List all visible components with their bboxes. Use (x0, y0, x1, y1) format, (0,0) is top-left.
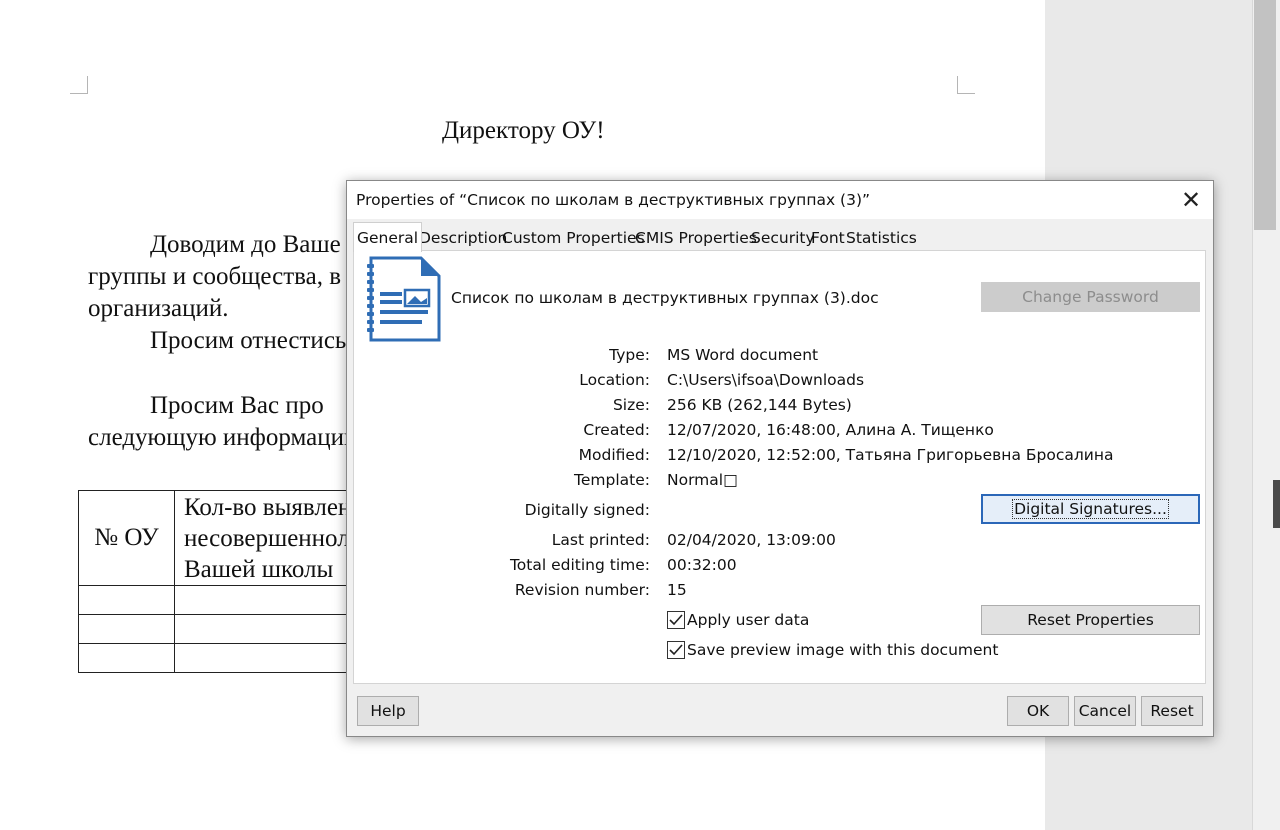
dialog-title-bar[interactable]: Properties of “Список по школам в дестру… (347, 181, 1213, 219)
revision-number-label: Revision number: (514, 581, 650, 599)
tab-general[interactable]: General (353, 222, 423, 252)
template-label: Template: (574, 471, 650, 489)
document-heading: Директору ОУ! (442, 117, 605, 144)
location-label: Location: (579, 371, 650, 389)
type-label: Type: (609, 346, 650, 364)
document-paragraph-line: Просим Вас про (150, 392, 324, 419)
reset-button[interactable]: Reset (1141, 696, 1203, 726)
page-margin-corner-right (957, 76, 975, 94)
modified-label: Modified: (578, 446, 650, 464)
document-paragraph-line: Просим отнестись (150, 327, 347, 354)
size-value[interactable]: 256 KB (262,144 Bytes) (667, 396, 852, 414)
document-paragraph-line: группы и сообщества, в (88, 263, 342, 290)
word-document-icon (365, 256, 441, 342)
last-printed-label: Last printed: (551, 531, 650, 549)
checkmark-icon (669, 614, 683, 626)
editing-time-value[interactable]: 00:32:00 (667, 556, 737, 574)
tab-security[interactable]: Security (751, 225, 815, 251)
size-label: Size: (612, 396, 650, 414)
ok-button[interactable]: OK (1007, 696, 1069, 726)
last-printed-value[interactable]: 02/04/2020, 13:09:00 (667, 531, 836, 549)
template-value[interactable]: Normal□ (667, 471, 738, 489)
tab-statistics[interactable]: Statistics (846, 225, 917, 251)
digital-signatures-button-label: Digital Signatures... (1012, 499, 1169, 519)
revision-number-value[interactable]: 15 (667, 581, 687, 599)
apply-user-data-label[interactable]: Apply user data (687, 611, 809, 629)
digitally-signed-label: Digitally signed: (524, 501, 650, 519)
document-paragraph-line: Доводим до Ваше (150, 231, 341, 258)
digital-signatures-button[interactable]: Digital Signatures... (981, 494, 1200, 524)
close-icon[interactable]: ✕ (1175, 184, 1207, 216)
general-tab-panel: Список по школам в деструктивных группах… (353, 250, 1206, 684)
checkmark-icon (669, 644, 683, 656)
properties-dialog: Properties of “Список по школам в дестру… (346, 180, 1214, 737)
change-password-button[interactable]: Change Password (981, 282, 1200, 312)
location-value[interactable]: C:\Users\ifsoa\Downloads (667, 371, 864, 389)
file-name: Список по школам в деструктивных группах… (451, 289, 879, 307)
type-value[interactable]: MS Word document (667, 346, 818, 364)
apply-user-data-checkbox[interactable] (667, 611, 685, 629)
document-paragraph-line: следующую информацин (88, 424, 358, 451)
created-value[interactable]: 12/07/2020, 16:48:00, Алина А. Тищенко (667, 421, 994, 439)
tab-cmis-properties[interactable]: CMIS Properties (635, 225, 757, 251)
page-margin-corner-left (70, 76, 88, 94)
table-header-cell: № ОУ (78, 490, 175, 586)
scrollbar-thumb[interactable] (1254, 0, 1276, 230)
tab-font[interactable]: Font (811, 225, 845, 251)
reset-properties-button[interactable]: Reset Properties (981, 605, 1200, 635)
tab-custom-properties[interactable]: Custom Properties (502, 225, 645, 251)
tab-description[interactable]: Description (419, 225, 507, 251)
save-preview-checkbox[interactable] (667, 641, 685, 659)
side-panel-handle[interactable] (1273, 480, 1280, 528)
created-label: Created: (583, 421, 650, 439)
dialog-title: Properties of “Список по школам в дестру… (356, 191, 871, 209)
editing-time-label: Total editing time: (509, 556, 650, 574)
save-preview-label[interactable]: Save preview image with this document (687, 641, 998, 659)
help-button[interactable]: Help (357, 696, 419, 726)
cancel-button[interactable]: Cancel (1074, 696, 1136, 726)
modified-value[interactable]: 12/10/2020, 12:52:00, Татьяна Григорьевн… (667, 446, 1113, 464)
document-paragraph-line: организаций. (88, 295, 229, 322)
